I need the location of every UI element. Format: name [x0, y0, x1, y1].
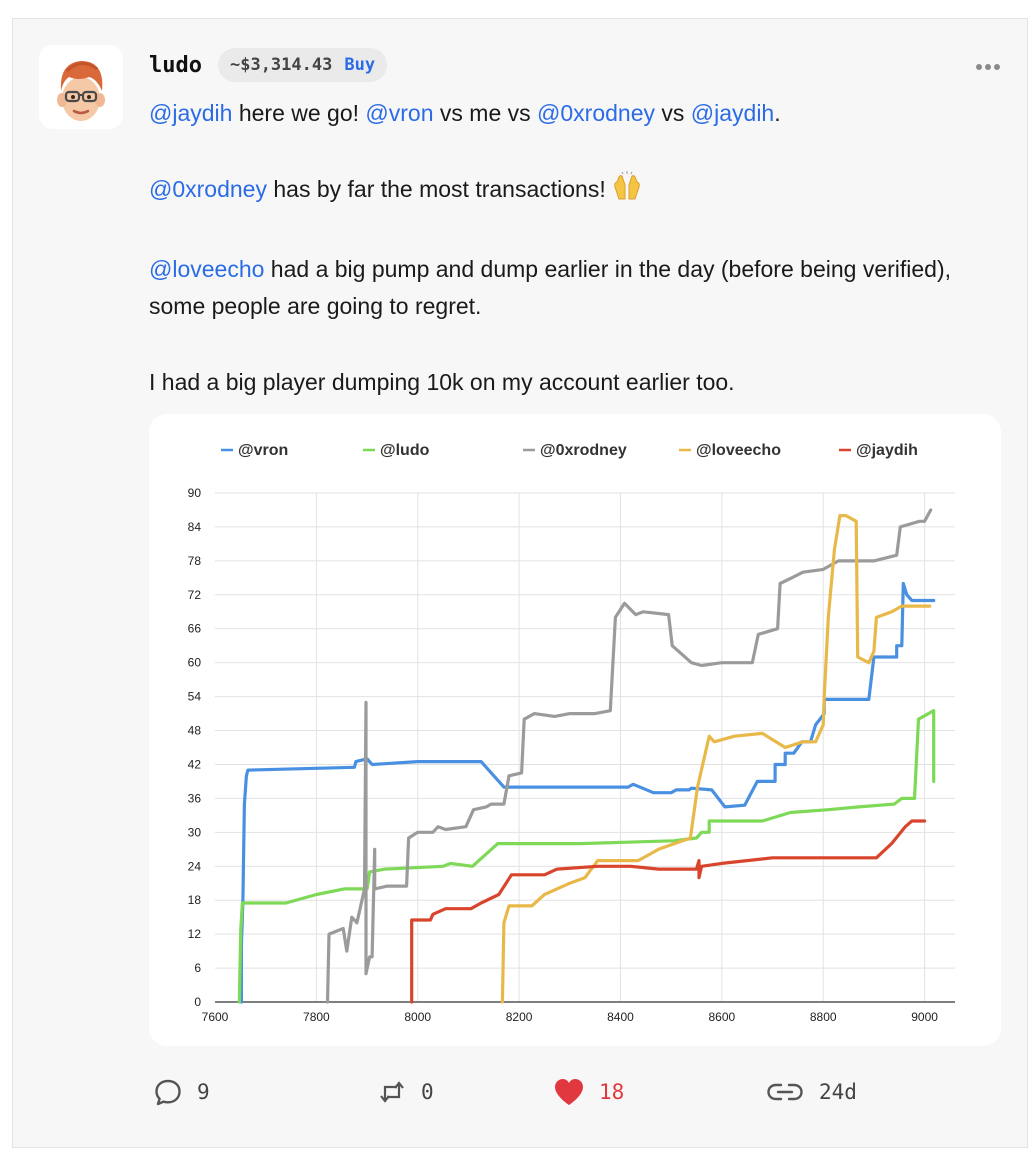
mention-link[interactable]: @0xrodney	[149, 176, 267, 202]
series-line-loveecho	[500, 514, 932, 1004]
share-link-button[interactable]: 24d	[765, 1067, 857, 1117]
post-text-segment: .	[774, 100, 781, 126]
legend-label: @jaydih	[856, 442, 918, 459]
legend-label: @0xrodney	[540, 442, 627, 459]
x-tick-label: 7600	[202, 1010, 229, 1024]
recast-icon	[380, 1081, 404, 1103]
y-tick-label: 60	[188, 656, 202, 670]
legend-label: @vron	[238, 442, 288, 459]
y-tick-label: 0	[194, 995, 201, 1009]
memoji-avatar-icon	[39, 45, 123, 129]
comment-button[interactable]: 9	[153, 1067, 210, 1117]
heart-icon	[555, 1079, 583, 1105]
legend-label: @loveecho	[696, 442, 781, 459]
y-tick-label: 36	[188, 791, 202, 805]
more-options-icon[interactable]	[975, 55, 1001, 78]
y-tick-label: 90	[188, 486, 202, 500]
post-body: @jaydih here we go! @vron vs me vs @0xro…	[149, 95, 969, 401]
y-tick-label: 6	[194, 961, 201, 975]
comment-count: 9	[197, 1080, 210, 1104]
buy-button[interactable]: Buy	[344, 55, 375, 75]
post-text-segment: has by far the most transactions!	[266, 176, 606, 202]
author-name[interactable]: ludo	[149, 53, 202, 78]
share-price: ~$3,314.43	[229, 55, 333, 75]
post-text-segment: here we go!	[232, 100, 366, 126]
link-icon	[767, 1083, 803, 1101]
comment-icon	[155, 1079, 181, 1106]
x-tick-label: 8600	[708, 1010, 735, 1024]
post-header: ludo ~$3,314.43 Buy	[149, 47, 388, 83]
y-tick-label: 72	[188, 588, 202, 602]
x-tick-label: 8400	[607, 1010, 634, 1024]
post-paragraph: @loveecho had a big pump and dump earlie…	[149, 251, 969, 325]
mention-link[interactable]: @jaydih	[149, 100, 232, 126]
post-card: ludo ~$3,314.43 Buy @jaydih here we go! …	[12, 18, 1028, 1148]
chart-image: 0 6 12 18 24 30 36 42 48 54 60 66 72 78 84 90 7600 7800 80…	[149, 414, 1001, 1046]
recast-button[interactable]: 0	[377, 1067, 434, 1117]
post-actions: 9 0 18 24d	[13, 1067, 1027, 1117]
series-line-jaydih	[410, 819, 927, 1004]
x-tick-label: 8200	[506, 1010, 533, 1024]
y-tick-label: 48	[188, 724, 202, 738]
y-tick-label: 66	[188, 622, 202, 636]
price-pill: ~$3,314.43 Buy	[217, 48, 388, 82]
y-tick-label: 84	[188, 520, 202, 534]
x-tick-label: 7800	[303, 1010, 330, 1024]
mention-link[interactable]: @vron	[365, 100, 433, 126]
y-tick-label: 78	[188, 554, 202, 568]
post-text-segment: had a big pump and dump earlier in the d…	[149, 256, 952, 319]
x-tick-label: 9000	[911, 1010, 938, 1024]
line-chart: 0 6 12 18 24 30 36 42 48 54 60 66 72 78 84 90 7600 7800 80…	[188, 442, 955, 1024]
y-tick-label: 18	[188, 893, 202, 907]
post-text-segment: I had a big player dumping 10k on my acc…	[149, 369, 735, 395]
y-tick-label: 24	[188, 859, 202, 873]
raising-hands-icon	[610, 171, 644, 212]
post-text-segment: vs	[655, 100, 691, 126]
mention-link[interactable]: @0xrodney	[537, 100, 655, 126]
y-tick-label: 12	[188, 927, 202, 941]
like-button[interactable]: 18	[553, 1067, 624, 1117]
post-paragraph: @jaydih here we go! @vron vs me vs @0xro…	[149, 95, 969, 132]
recast-count: 0	[421, 1080, 434, 1104]
post-paragraph: @0xrodney has by far the most transactio…	[149, 171, 969, 212]
avatar[interactable]	[39, 45, 123, 129]
legend-label: @ludo	[380, 442, 430, 459]
post-age: 24d	[819, 1080, 857, 1104]
like-count: 18	[599, 1080, 625, 1104]
x-tick-label: 8800	[810, 1010, 837, 1024]
mention-link[interactable]: @loveecho	[149, 256, 264, 282]
post-text-segment: vs me vs	[433, 100, 538, 126]
y-tick-label: 42	[188, 757, 202, 771]
y-tick-label: 54	[188, 690, 202, 704]
x-tick-label: 8000	[404, 1010, 431, 1024]
y-tick-label: 30	[188, 825, 202, 839]
mention-link[interactable]: @jaydih	[691, 100, 774, 126]
post-paragraph: I had a big player dumping 10k on my acc…	[149, 364, 969, 401]
